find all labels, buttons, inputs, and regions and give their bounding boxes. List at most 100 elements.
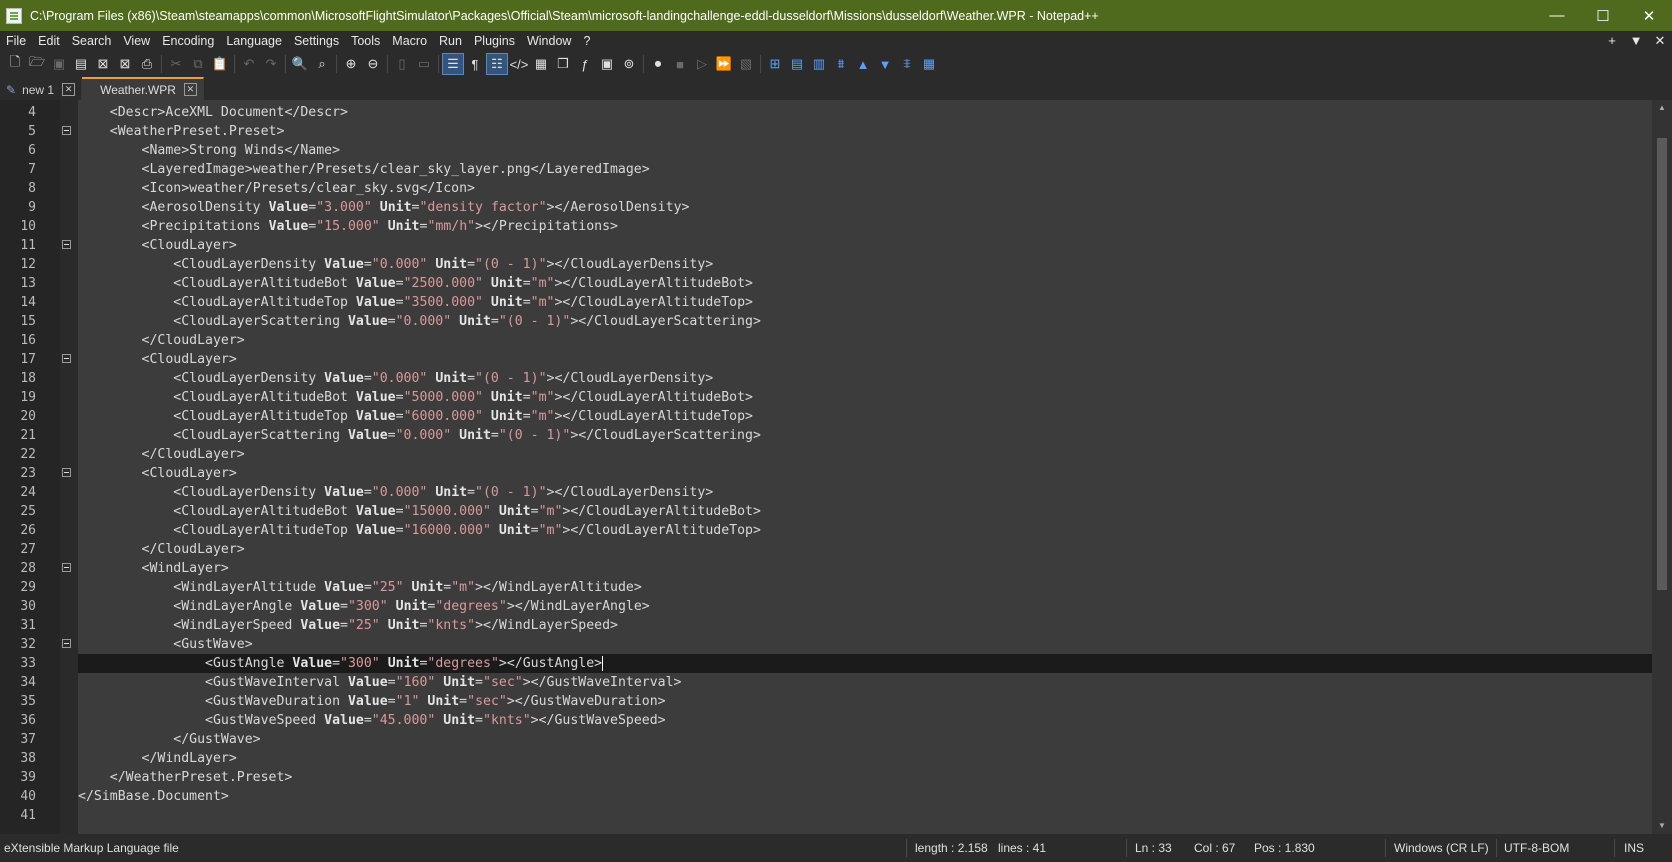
plugin-1-icon[interactable]: ⊞	[764, 53, 786, 75]
play-macro-icon[interactable]: ▷	[691, 53, 713, 75]
code-line[interactable]: 17 <CloudLayer>	[20, 350, 1652, 369]
code-line[interactable]: 6 <Name>Strong Winds</Name>	[28, 141, 1652, 160]
paste-icon[interactable]: 📋	[209, 53, 231, 75]
fold-toggle-icon[interactable]	[62, 240, 71, 249]
code-line[interactable]: 34 <GustWaveInterval Value="160" Unit="s…	[20, 673, 1652, 692]
menu-settings[interactable]: Settings	[288, 31, 345, 51]
code-line[interactable]: 19 <CloudLayerAltitudeBot Value="5000.00…	[20, 388, 1652, 407]
close-document-button[interactable]: ✕	[1648, 33, 1672, 49]
tab-new-1[interactable]: ✎ new 1 ✕	[0, 79, 83, 100]
code-line[interactable]: 40 </SimBase.Document>	[20, 787, 1652, 806]
cut-icon[interactable]: ✂	[165, 53, 187, 75]
code-line[interactable]: 37 </GustWave>	[20, 730, 1652, 749]
vertical-scrollbar[interactable]: ▲ ▼	[1652, 100, 1672, 834]
open-file-icon[interactable]: 🗁	[26, 53, 48, 75]
fold-toggle-icon[interactable]	[62, 563, 71, 572]
plugin-3-icon[interactable]: ▥	[808, 53, 830, 75]
plugin-4-icon[interactable]: ⩩	[830, 53, 852, 75]
sync-vertical-icon[interactable]: ▯	[391, 53, 413, 75]
code-line[interactable]: 11 <CloudLayer>	[20, 236, 1652, 255]
close-icon[interactable]: ⊠	[92, 53, 114, 75]
word-wrap-icon[interactable]: ☰	[442, 53, 464, 75]
close-all-icon[interactable]: ⊠	[114, 53, 136, 75]
menu-macro[interactable]: Macro	[386, 31, 433, 51]
sync-horizontal-icon[interactable]: ▭	[413, 53, 435, 75]
code-line[interactable]: 30 <WindLayerAngle Value="300" Unit="deg…	[20, 597, 1652, 616]
code-line[interactable]: 7 <LayeredImage>weather/Presets/clear_sk…	[28, 160, 1652, 179]
plugin-2-icon[interactable]: ▤	[786, 53, 808, 75]
menu-edit[interactable]: Edit	[32, 31, 66, 51]
code-line[interactable]: 28 <WindLayer>	[20, 559, 1652, 578]
zoom-in-icon[interactable]: ⊕	[340, 53, 362, 75]
scroll-down-arrow-icon[interactable]: ▼	[1652, 818, 1672, 834]
editor-area[interactable]: 4 <Descr>AceXML Document</Descr> 5 <Weath…	[0, 100, 1672, 834]
replace-icon[interactable]: ⌕	[311, 53, 333, 75]
status-eol[interactable]: Windows (CR LF)	[1394, 834, 1489, 862]
code-line[interactable]: 4 <Descr>AceXML Document</Descr>	[28, 103, 1652, 122]
code-line[interactable]: 10 <Precipitations Value="15.000" Unit="…	[20, 217, 1652, 236]
code-line[interactable]: 41	[20, 806, 1652, 825]
tab-weather-wpr[interactable]: Weather.WPR ✕	[82, 77, 204, 100]
code-line[interactable]: 22 </CloudLayer>	[20, 445, 1652, 464]
new-file-icon[interactable]: 🗋	[4, 53, 26, 75]
code-line[interactable]: 38 </WindLayer>	[20, 749, 1652, 768]
code-line[interactable]: 14 <CloudLayerAltitudeTop Value="3500.00…	[20, 293, 1652, 312]
code-line[interactable]: 25 <CloudLayerAltitudeBot Value="15000.0…	[20, 502, 1652, 521]
maximize-button[interactable]: ☐	[1580, 0, 1626, 31]
plugin-7-icon[interactable]: ⩨	[896, 53, 918, 75]
menu-file[interactable]: File	[0, 31, 32, 51]
menu-run[interactable]: Run	[433, 31, 468, 51]
stop-record-icon[interactable]: ■	[669, 53, 691, 75]
tab-close-icon[interactable]: ✕	[62, 83, 76, 96]
doc-list-icon[interactable]: ❐	[552, 53, 574, 75]
menu-search[interactable]: Search	[66, 31, 118, 51]
menu-language[interactable]: Language	[220, 31, 288, 51]
code-view[interactable]: 4 <Descr>AceXML Document</Descr> 5 <Weath…	[20, 103, 1652, 831]
code-line[interactable]: 12 <CloudLayerDensity Value="0.000" Unit…	[20, 255, 1652, 274]
minimize-button[interactable]: —	[1534, 0, 1580, 31]
menu-encoding[interactable]: Encoding	[156, 31, 220, 51]
find-icon[interactable]: 🔍	[289, 53, 311, 75]
doc-map-icon[interactable]: ▦	[530, 53, 552, 75]
tab-list-dropdown-button[interactable]: ▼	[1624, 33, 1648, 49]
code-line[interactable]: 16 </CloudLayer>	[20, 331, 1652, 350]
code-line[interactable]: 15 <CloudLayerScattering Value="0.000" U…	[20, 312, 1652, 331]
xml-tag-icon[interactable]: </>	[508, 53, 530, 75]
code-line[interactable]: 36 <GustWaveSpeed Value="45.000" Unit="k…	[20, 711, 1652, 730]
record-macro-icon[interactable]: ⏺	[647, 53, 669, 75]
plugin-6-icon[interactable]: ▼	[874, 53, 896, 75]
code-line[interactable]: 26 <CloudLayerAltitudeTop Value="16000.0…	[20, 521, 1652, 540]
code-line[interactable]: 18 <CloudLayerDensity Value="0.000" Unit…	[20, 369, 1652, 388]
code-line[interactable]: 13 <CloudLayerAltitudeBot Value="2500.00…	[20, 274, 1652, 293]
plugin-8-icon[interactable]: ▦	[918, 53, 940, 75]
copy-icon[interactable]: ⧉	[187, 53, 209, 75]
function-list-icon[interactable]: ƒ	[574, 53, 596, 75]
code-line[interactable]: 35 <GustWaveDuration Value="1" Unit="sec…	[20, 692, 1652, 711]
menu-view[interactable]: View	[117, 31, 156, 51]
code-line[interactable]: 32 <GustWave>	[20, 635, 1652, 654]
code-line[interactable]: 21 <CloudLayerScattering Value="0.000" U…	[20, 426, 1652, 445]
indent-guide-icon[interactable]: ☷	[486, 53, 508, 75]
scrollbar-thumb[interactable]	[1657, 138, 1667, 590]
new-tab-plus-button[interactable]: +	[1600, 33, 1624, 49]
fold-toggle-icon[interactable]	[62, 354, 71, 363]
redo-icon[interactable]: ↷	[260, 53, 282, 75]
fold-toggle-icon[interactable]	[62, 639, 71, 648]
zoom-out-icon[interactable]: ⊖	[362, 53, 384, 75]
save-icon[interactable]: ▣	[48, 53, 70, 75]
undo-icon[interactable]: ↶	[238, 53, 260, 75]
print-icon[interactable]: ⎙	[136, 53, 158, 75]
code-line[interactable]: 27 </CloudLayer>	[20, 540, 1652, 559]
fold-toggle-icon[interactable]	[62, 126, 71, 135]
menu-plugins[interactable]: Plugins	[468, 31, 521, 51]
code-line[interactable]: 8 <Icon>weather/Presets/clear_sky.svg</I…	[28, 179, 1652, 198]
save-macro-icon[interactable]: ▧	[735, 53, 757, 75]
code-line[interactable]: 9 <AerosolDensity Value="3.000" Unit="de…	[28, 198, 1652, 217]
scroll-up-arrow-icon[interactable]: ▲	[1652, 100, 1672, 116]
code-line[interactable]: 33 <GustAngle Value="300" Unit="degrees"…	[20, 654, 1652, 673]
code-line[interactable]: 39 </WeatherPreset.Preset>	[20, 768, 1652, 787]
menu-window[interactable]: Window	[521, 31, 577, 51]
run-multiple-macro-icon[interactable]: ⏩	[713, 53, 735, 75]
close-window-button[interactable]: ✕	[1626, 0, 1672, 31]
code-line[interactable]: 23 <CloudLayer>	[20, 464, 1652, 483]
